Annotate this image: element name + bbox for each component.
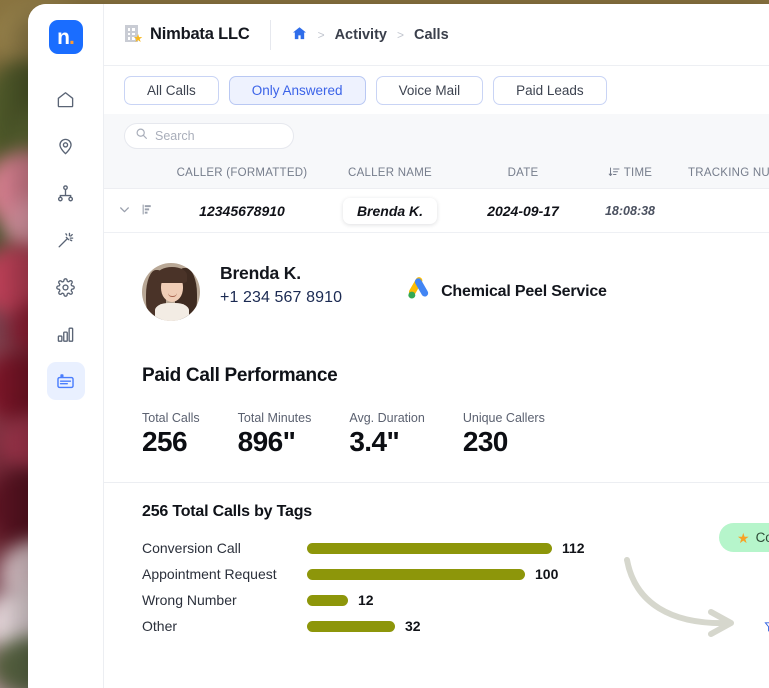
nimbata-logo[interactable]: n.: [48, 20, 83, 54]
filter-icon: [764, 621, 769, 635]
sidebar-item-activity[interactable]: [46, 362, 85, 400]
curved-annotation-arrow: [624, 557, 734, 637]
status-badge[interactable]: ★ Conversion: [719, 523, 769, 552]
org-selector[interactable]: ★ Nimbata LLC: [124, 25, 270, 45]
search-icon: [135, 127, 148, 145]
section-divider: [104, 482, 769, 483]
campaign-name: Chemical Peel Service: [441, 282, 607, 300]
app-window: n. ★ Nimbata LLC > Activity > Calls All …: [28, 4, 769, 688]
table-header: CALLER (FORMATTED) CALLER NAME DATE TIME…: [104, 158, 769, 189]
cell-caller-name-wrap: Brenda K.: [320, 197, 460, 224]
google-ads-icon: [405, 276, 431, 307]
stat-avg-duration: Avg. Duration 3.4": [349, 411, 425, 458]
call-filter-tabs: All Calls Only Answered Voice Mail Paid …: [104, 66, 769, 114]
caller-summary: Brenda K. +1 234 567 8910 Chemical Peel …: [142, 233, 769, 321]
search-input[interactable]: Search: [124, 123, 294, 149]
breadcrumb-item-calls[interactable]: Calls: [414, 27, 449, 43]
home-breadcrumb-icon[interactable]: [291, 25, 308, 45]
tab-voice-mail[interactable]: Voice Mail: [375, 75, 484, 105]
caller-name: Brenda K.: [220, 263, 301, 283]
bar-value: 32: [405, 618, 421, 634]
stat-value: 3.4": [349, 426, 400, 457]
star-icon: ★: [737, 529, 750, 546]
stat-label: Unique Callers: [462, 411, 545, 425]
tab-only-answered[interactable]: Only Answered: [228, 75, 366, 105]
cell-caller-formatted: 12345678910: [199, 202, 285, 219]
gear-icon: [56, 277, 75, 297]
stat-value: 256: [142, 426, 188, 457]
sidebar-item-automation[interactable]: [47, 221, 85, 259]
row-controls: [104, 203, 164, 219]
sidebar-item-sources[interactable]: [47, 174, 85, 212]
bar-label: Conversion Call: [142, 540, 241, 556]
bar[interactable]: [307, 542, 552, 554]
stat-label: Avg. Duration: [349, 411, 425, 425]
call-flow-icon[interactable]: [141, 203, 154, 219]
breadcrumb: > Activity > Calls: [271, 25, 449, 45]
column-date[interactable]: DATE: [460, 167, 586, 179]
home-icon: [56, 90, 75, 109]
sidebar-item-reports[interactable]: [47, 315, 85, 353]
sidebar: n.: [28, 4, 104, 688]
sidebar-item-locations[interactable]: [47, 127, 85, 165]
stat-value: 896": [237, 426, 296, 457]
page-title: Paid Call Performance: [142, 365, 338, 386]
campaign-source: Chemical Peel Service: [405, 276, 607, 307]
caller-identity: Brenda K. +1 234 567 8910: [220, 263, 342, 307]
bar-label: Wrong Number: [142, 592, 237, 608]
breadcrumb-item-activity[interactable]: Activity: [335, 27, 387, 43]
org-name: Nimbata LLC: [150, 25, 250, 43]
stat-total-minutes: Total Minutes 896": [238, 411, 312, 458]
call-detail-panel: Brenda K. +1 234 567 8910 Chemical Peel …: [104, 233, 769, 688]
bar[interactable]: [307, 568, 525, 580]
cell-time: 18:08:38: [604, 203, 656, 218]
stat-total-calls: Total Calls 256: [142, 411, 200, 458]
cell-caller-name[interactable]: Brenda K.: [342, 197, 438, 224]
bar-label: Appointment Request: [142, 566, 277, 582]
bar[interactable]: [307, 594, 348, 606]
sort-descending-icon: [608, 166, 620, 181]
chart-title: 256 Total Calls by Tags: [142, 503, 312, 520]
column-tracking-number[interactable]: TRACKING NUM: [674, 167, 769, 179]
filter-indicator[interactable]: Filter: Chemic: [764, 619, 769, 636]
column-caller-name[interactable]: CALLER NAME: [320, 167, 460, 179]
bar-value: 12: [358, 592, 374, 608]
breadcrumb-separator: >: [317, 27, 325, 42]
tab-paid-leads[interactable]: Paid Leads: [493, 75, 607, 105]
stat-unique-callers: Unique Callers 230: [463, 411, 545, 458]
building-star-icon: ★: [124, 25, 143, 45]
cell-date: 2024-09-17: [487, 202, 559, 219]
main-content: ★ Nimbata LLC > Activity > Calls All Cal…: [104, 4, 769, 688]
call-log-card-icon: [56, 372, 75, 391]
search-bar: Search: [104, 114, 769, 158]
stats-row: Total Calls 256 Total Minutes 896" Avg. …: [142, 411, 769, 458]
location-pin-icon: [56, 137, 75, 156]
search-placeholder: Search: [155, 129, 195, 143]
tab-all-calls[interactable]: All Calls: [124, 75, 219, 105]
sidebar-item-settings[interactable]: [47, 268, 85, 306]
breadcrumb-separator: >: [396, 27, 404, 42]
magic-wand-icon: [56, 231, 75, 250]
bar-chart-icon: [56, 325, 75, 344]
logo-letter: n: [57, 25, 70, 49]
org-chart-icon: [56, 184, 75, 203]
column-caller-formatted[interactable]: CALLER (FORMATTED): [164, 167, 320, 179]
top-bar: ★ Nimbata LLC > Activity > Calls: [104, 4, 769, 66]
sidebar-item-home[interactable]: [47, 80, 85, 118]
stat-label: Total Minutes: [237, 411, 312, 425]
bar[interactable]: [307, 620, 395, 632]
bar-label: Other: [142, 618, 178, 634]
logo-dot: .: [68, 25, 75, 49]
stat-value: 230: [462, 426, 509, 457]
caller-phone[interactable]: +1 234 567 8910: [220, 289, 342, 307]
avatar: [142, 263, 200, 321]
column-time-label: TIME: [623, 167, 653, 179]
bar-value: 112: [562, 540, 585, 556]
stat-label: Total Calls: [142, 411, 200, 425]
table-row[interactable]: 12345678910 Brenda K. 2024-09-17 18:08:3…: [104, 189, 769, 233]
bar-value: 100: [535, 566, 559, 582]
column-time[interactable]: TIME: [586, 166, 674, 181]
status-badge-label: Conversion: [755, 530, 769, 545]
chevron-down-icon[interactable]: [118, 203, 131, 219]
